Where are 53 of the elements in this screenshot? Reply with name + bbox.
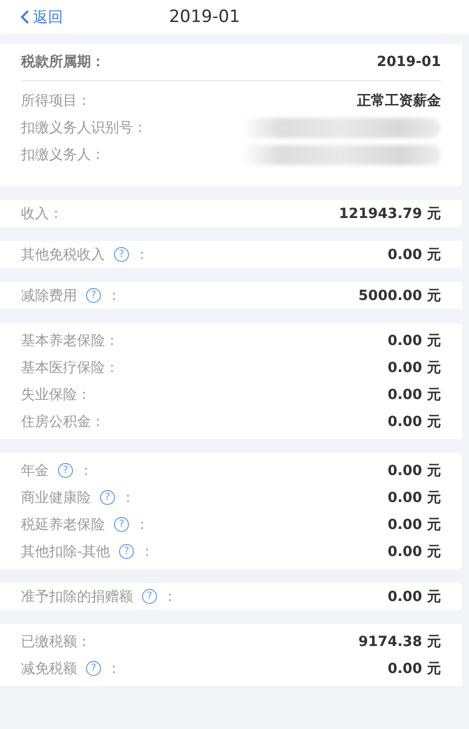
field-value: 2019-01 [376, 54, 441, 70]
field-label: 其他免税收入 [21, 246, 105, 264]
field-value: 0.00 元 [388, 246, 441, 262]
label-colon: ： [107, 286, 121, 304]
label-colon: ： [135, 246, 149, 264]
label-colon: ： [107, 660, 121, 678]
help-icon[interactable]: ? [119, 544, 134, 559]
field-value: 0.00 元 [388, 660, 441, 676]
field-label: 扣缴义务人识别号： [21, 118, 147, 136]
field-label: 所得项目： [21, 92, 91, 110]
field-label: 年金 [21, 462, 49, 480]
label-colon: ： [163, 588, 177, 606]
field-value: 0.00 元 [388, 360, 441, 376]
field-value: 0.00 元 [388, 544, 441, 560]
field-label: 税款所属期： [21, 53, 105, 71]
field-label: 商业健康险 [21, 488, 91, 506]
field-value: 0.00 元 [388, 588, 441, 604]
field-label: 准予扣除的捐赠额 [21, 588, 133, 606]
field-label: 减免税额 [21, 660, 77, 678]
help-icon[interactable]: ? [114, 247, 129, 262]
label-colon: ： [135, 516, 149, 534]
field-label: 基本养老保险： [21, 332, 119, 350]
label-colon: ： [140, 542, 154, 560]
field-label: 基本医疗保险： [21, 358, 119, 376]
label-colon: ： [79, 462, 93, 480]
page-title: 2019-01 [168, 7, 240, 27]
field-label: 住房公积金： [21, 412, 105, 430]
help-icon[interactable]: ? [86, 288, 101, 303]
field-value: 0.00 元 [388, 516, 441, 532]
field-label: 已缴税额： [21, 632, 91, 650]
help-icon[interactable]: ? [142, 589, 157, 604]
field-label: 其他扣除-其他 [21, 542, 110, 560]
help-icon[interactable]: ? [114, 517, 129, 532]
field-value: 0.00 元 [388, 332, 441, 348]
field-label: 扣缴义务人： [21, 146, 105, 164]
field-label: 收入： [21, 204, 63, 222]
field-value: 9174.38 元 [358, 634, 441, 650]
field-label: 失业保险： [21, 386, 91, 404]
field-value: 0.00 元 [388, 386, 441, 402]
chevron-left-icon [20, 9, 30, 25]
help-icon[interactable]: ? [100, 490, 115, 505]
back-button[interactable]: 返回 [18, 6, 98, 28]
field-value: 正常工资薪金 [357, 92, 441, 108]
field-label: 减除费用 [21, 286, 77, 304]
field-value: 121943.79 元 [338, 206, 441, 222]
field-value: 0.00 元 [388, 414, 441, 430]
field-value: 0.00 元 [388, 462, 441, 478]
label-colon: ： [121, 488, 135, 506]
field-value: 5000.00 元 [358, 288, 441, 304]
help-icon[interactable]: ? [58, 463, 73, 478]
field-value: 0.00 元 [388, 490, 441, 506]
help-icon[interactable]: ? [86, 661, 101, 676]
field-label: 税延养老保险 [21, 516, 105, 534]
